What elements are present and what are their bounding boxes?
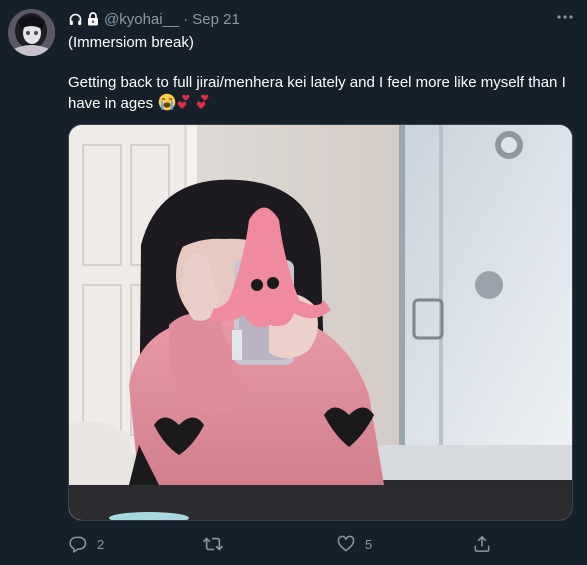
retweet-button[interactable] xyxy=(202,532,233,556)
share-button[interactable] xyxy=(472,532,492,556)
tweet-header: @kyohai__ · Sep 21 xyxy=(68,9,240,29)
heart-icon xyxy=(336,534,356,554)
header-separator: · xyxy=(183,10,189,28)
action-bar: 2 5 xyxy=(68,532,576,556)
headphones-icon xyxy=(68,12,82,26)
lock-icon xyxy=(86,12,100,26)
user-handle[interactable]: @kyohai__ xyxy=(104,11,179,28)
two-hearts-icon xyxy=(177,93,195,117)
reply-count: 2 xyxy=(97,536,105,552)
tweet-text-body: Getting back to full jirai/menhera kei l… xyxy=(68,73,576,117)
tweet[interactable]: @kyohai__ · Sep 21 (Immersiom break) Get… xyxy=(0,0,587,565)
like-button[interactable]: 5 xyxy=(336,532,372,556)
tweet-text: (Immersiom break) Getting back to full j… xyxy=(68,33,576,117)
tweet-photo[interactable] xyxy=(68,124,573,521)
share-icon xyxy=(472,534,492,554)
two-hearts-icon xyxy=(196,93,214,117)
retweet-icon xyxy=(202,534,224,554)
reply-icon xyxy=(68,534,88,554)
avatar[interactable] xyxy=(8,9,55,56)
tweet-date[interactable]: Sep 21 xyxy=(192,11,240,28)
tweet-text-line1: (Immersiom break) xyxy=(68,34,194,51)
loudly-crying-face-icon xyxy=(158,93,176,117)
like-count: 5 xyxy=(365,536,373,552)
reply-button[interactable]: 2 xyxy=(68,532,104,556)
tweet-text-line2: Getting back to full jirai/menhera kei l… xyxy=(68,74,566,112)
more-options-icon[interactable] xyxy=(554,8,576,26)
